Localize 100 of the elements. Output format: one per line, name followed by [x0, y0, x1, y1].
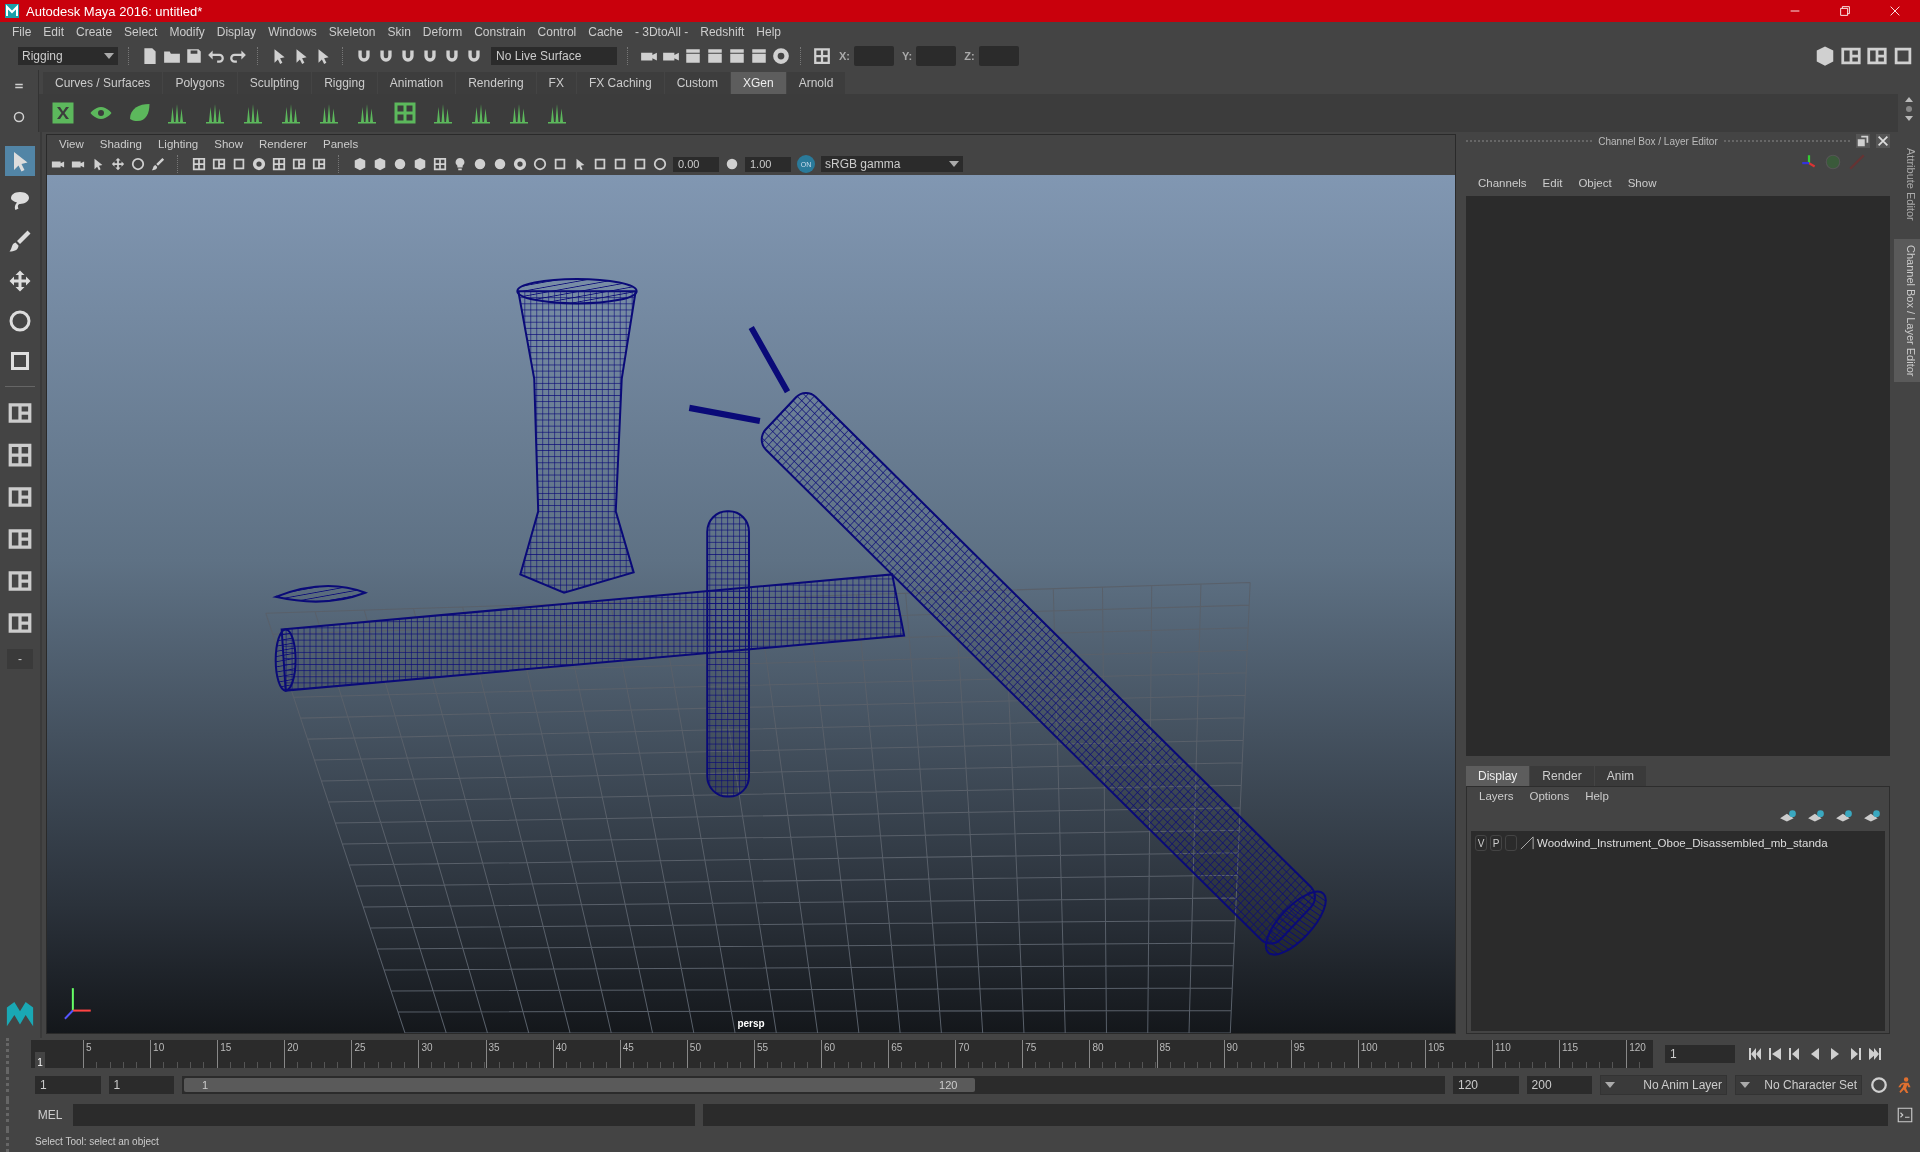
- cursor-icon[interactable]: [5, 146, 35, 176]
- layer-menu-item[interactable]: Options: [1529, 790, 1570, 802]
- clapper-icon[interactable]: [728, 47, 746, 65]
- side-tab[interactable]: Attribute Editor: [1894, 142, 1920, 227]
- shelf-tab[interactable]: Rendering: [456, 72, 536, 94]
- start-frame-field[interactable]: 1: [35, 1076, 101, 1094]
- live-surface-field[interactable]: No Live Surface: [491, 47, 617, 65]
- side-tab[interactable]: Channel Box / Layer Editor: [1894, 238, 1920, 383]
- shelf-tab[interactable]: Animation: [377, 72, 456, 94]
- rotate-icon[interactable]: [653, 157, 667, 171]
- cube-icon[interactable]: [1814, 45, 1836, 67]
- x-field[interactable]: [854, 46, 894, 66]
- layer-editor-tab[interactable]: Display: [1466, 766, 1530, 786]
- command-result-field[interactable]: [703, 1104, 1888, 1126]
- menu-item[interactable]: Skeleton: [322, 25, 382, 39]
- magnet-icon[interactable]: [355, 47, 373, 65]
- command-input[interactable]: [73, 1104, 695, 1126]
- character-set-dropdown[interactable]: No Character Set: [1735, 1075, 1862, 1095]
- panel-menu-item[interactable]: View: [59, 138, 84, 150]
- grid-icon[interactable]: [393, 101, 417, 125]
- range-slider[interactable]: 1 120: [182, 1076, 1445, 1094]
- layer-menu-item[interactable]: Layers: [1479, 790, 1514, 802]
- menu-item[interactable]: Modify: [163, 25, 211, 39]
- playback-control-icon[interactable]: [1867, 1046, 1883, 1062]
- grid-icon[interactable]: [192, 157, 206, 171]
- layout-icon[interactable]: [292, 157, 306, 171]
- current-frame-field[interactable]: 1: [1665, 1045, 1735, 1063]
- channel-box-menu-item[interactable]: Show: [1627, 177, 1657, 189]
- rotate-icon[interactable]: [131, 157, 145, 171]
- menu-item[interactable]: Control: [531, 25, 583, 39]
- y-field[interactable]: [916, 46, 957, 66]
- panel-menu-item[interactable]: Panels: [322, 138, 359, 150]
- layout-icon[interactable]: [1866, 45, 1888, 67]
- clapper-icon[interactable]: [706, 47, 724, 65]
- layout-icon[interactable]: [312, 157, 326, 171]
- panel-menu-item[interactable]: Show: [214, 138, 243, 150]
- color-space-dropdown[interactable]: sRGB gamma: [821, 156, 963, 172]
- panel-menu-item[interactable]: Lighting: [157, 138, 199, 150]
- channel-box-menu-item[interactable]: Channels: [1478, 177, 1527, 189]
- menu-item[interactable]: Help: [750, 25, 787, 39]
- exposure-field[interactable]: 0.00: [673, 156, 719, 172]
- restore-icon[interactable]: [1838, 4, 1852, 18]
- brush-icon[interactable]: [151, 157, 165, 171]
- float-icon[interactable]: [1856, 134, 1870, 148]
- panel-menu-item[interactable]: Renderer: [259, 138, 307, 150]
- collapse-button[interactable]: -: [7, 649, 33, 669]
- magnet-icon[interactable]: [443, 47, 461, 65]
- menu-item[interactable]: Windows: [262, 25, 323, 39]
- shelf-tab[interactable]: Polygons: [163, 72, 237, 94]
- shelf-tab[interactable]: Rigging: [312, 72, 377, 94]
- playback-control-icon[interactable]: [1767, 1046, 1783, 1062]
- layer-editor-tab[interactable]: Anim: [1594, 766, 1647, 786]
- end-frame-field[interactable]: 200: [1526, 1076, 1593, 1094]
- current-frame-marker[interactable]: 1: [35, 1052, 45, 1068]
- cube-icon[interactable]: [373, 157, 387, 171]
- layer-editor-tab[interactable]: Render: [1530, 766, 1594, 786]
- close-icon[interactable]: [1876, 134, 1890, 148]
- close-icon[interactable]: [1888, 4, 1902, 18]
- shelf-tab[interactable]: Custom: [664, 72, 730, 94]
- rotate-icon[interactable]: [533, 157, 547, 171]
- layout-icon[interactable]: [1840, 45, 1862, 67]
- magnet-icon[interactable]: [399, 47, 417, 65]
- magnet-icon[interactable]: [465, 47, 483, 65]
- playback-toggle[interactable]: P: [1490, 835, 1502, 851]
- menu-item[interactable]: Cache: [582, 25, 629, 39]
- channel-box-menu-item[interactable]: Object: [1578, 177, 1612, 189]
- shelf-tab[interactable]: Sculpting: [237, 72, 312, 94]
- file-icon[interactable]: [141, 47, 159, 65]
- playback-control-icon[interactable]: [1747, 1046, 1763, 1062]
- menu-item[interactable]: Skin: [381, 25, 417, 39]
- menu-item[interactable]: Edit: [37, 25, 71, 39]
- playback-start-field[interactable]: 1: [108, 1076, 175, 1094]
- z-field[interactable]: [978, 46, 1019, 66]
- menu-item[interactable]: File: [6, 25, 38, 39]
- menu-item[interactable]: Select: [118, 25, 164, 39]
- menu-item[interactable]: Constrain: [468, 25, 532, 39]
- layer-name[interactable]: Woodwind_Instrument_Oboe_Disassembled_mb_standa: [1537, 837, 1828, 849]
- grid-icon[interactable]: [433, 157, 447, 171]
- color-swatch-icon[interactable]: [1520, 836, 1534, 850]
- bulb-icon[interactable]: [453, 157, 467, 171]
- panel-menu-item[interactable]: Shading: [99, 138, 142, 150]
- redo-icon[interactable]: [229, 47, 247, 65]
- x-logo-icon[interactable]: [51, 101, 75, 125]
- menu-item[interactable]: Deform: [416, 25, 469, 39]
- menu-set-dropdown[interactable]: Rigging: [18, 47, 118, 65]
- clapper-icon[interactable]: [684, 47, 702, 65]
- visibility-toggle[interactable]: V: [1475, 835, 1487, 851]
- menu-item[interactable]: Create: [70, 25, 119, 39]
- grid-icon[interactable]: [813, 47, 831, 65]
- time-ruler[interactable]: 5 10 15 20 25 30 35 40 45 50 55 60 65 70 75 80 85 90 95 100 105 110 115 120 1: [31, 1040, 1653, 1068]
- cube-icon[interactable]: [413, 157, 427, 171]
- grid-icon[interactable]: [272, 157, 286, 171]
- menu-item[interactable]: - 3DtoAll -: [628, 25, 695, 39]
- shelf-tab[interactable]: XGen: [730, 72, 786, 94]
- cube-icon[interactable]: [353, 157, 367, 171]
- command-language-label[interactable]: MEL: [35, 1108, 65, 1122]
- magnet-icon[interactable]: [421, 47, 439, 65]
- reference-toggle[interactable]: [1505, 835, 1517, 851]
- magnet-icon[interactable]: [377, 47, 395, 65]
- layer-menu-item[interactable]: Help: [1585, 790, 1609, 802]
